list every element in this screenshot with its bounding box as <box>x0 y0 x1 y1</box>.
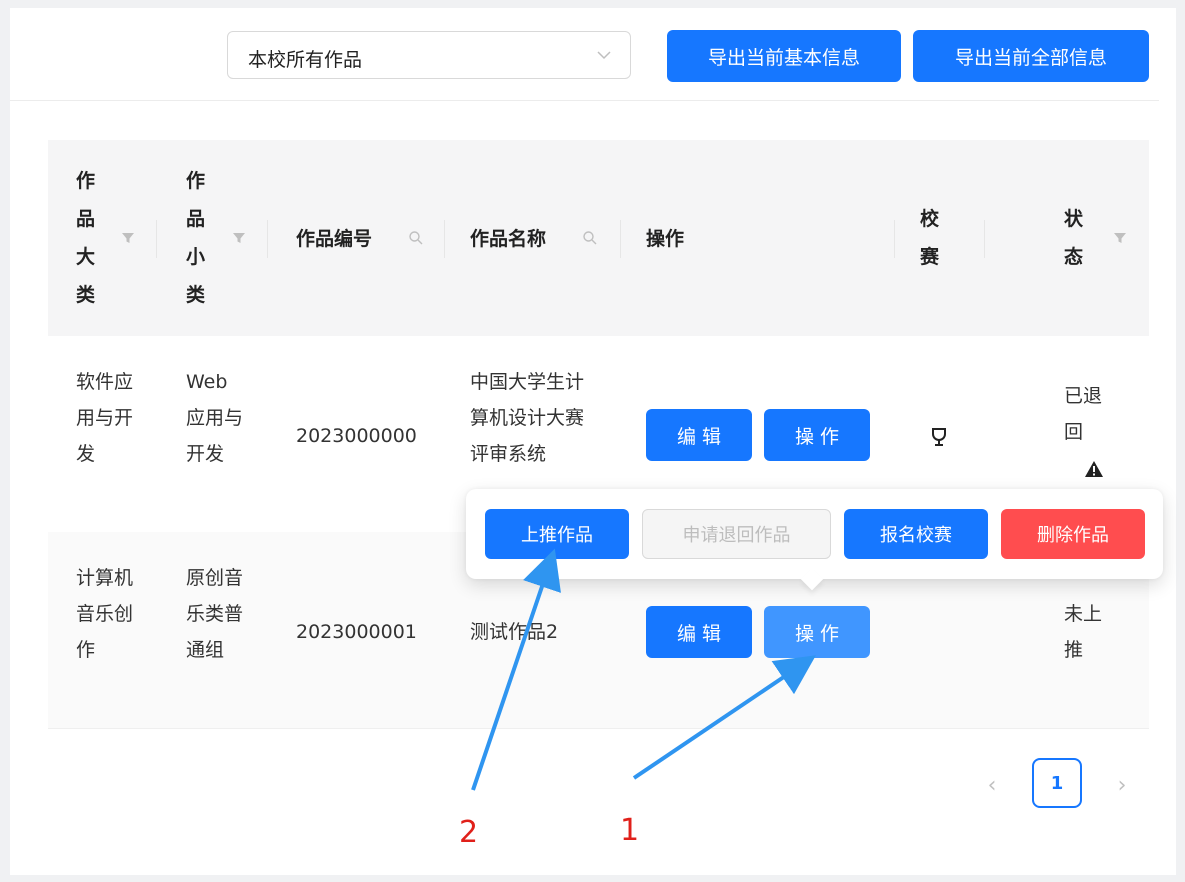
column-separator <box>444 220 445 258</box>
column-separator <box>894 220 895 258</box>
annotation-label-2: 2 <box>459 815 479 850</box>
column-separator <box>267 220 268 258</box>
column-header-contest: 校赛 <box>920 208 940 268</box>
cell-status: 已退回 <box>1064 385 1103 443</box>
filter-icon[interactable] <box>120 230 136 246</box>
register-contest-button[interactable]: 报名校赛 <box>844 509 988 559</box>
next-page-icon[interactable]: › <box>1110 770 1134 800</box>
chevron-down-icon <box>597 51 611 60</box>
operation-popover: 上推作品 申请退回作品 报名校赛 删除作品 <box>466 489 1163 591</box>
operation-button[interactable]: 操作 <box>764 409 870 461</box>
cell-subcategory: Web应用与开发 <box>186 371 244 465</box>
edit-button[interactable]: 编辑 <box>646 409 752 461</box>
delete-work-button[interactable]: 删除作品 <box>1001 509 1145 559</box>
column-header-status: 状态 <box>1064 208 1084 268</box>
request-return-button[interactable]: 申请退回作品 <box>642 509 831 559</box>
edit-button[interactable]: 编辑 <box>646 606 752 658</box>
column-header-name: 作品名称 <box>470 228 547 250</box>
export-all-info-button[interactable]: 导出当前全部信息 <box>913 30 1149 82</box>
operation-button[interactable]: 操作 <box>764 606 870 658</box>
search-icon[interactable] <box>408 230 424 246</box>
cell-id: 2023000000 <box>296 425 417 447</box>
cell-id: 2023000001 <box>296 621 417 643</box>
cell-status: 未上推 <box>1064 603 1103 661</box>
toolbar-divider <box>10 100 1159 101</box>
prev-page-icon[interactable]: ‹ <box>980 770 1004 800</box>
annotation-label-1: 1 <box>620 813 640 848</box>
cell-subcategory: 原创音乐类普通组 <box>186 567 244 661</box>
cell-category: 软件应用与开发 <box>76 371 134 465</box>
column-separator <box>620 220 621 258</box>
works-scope-select[interactable]: 本校所有作品 <box>227 31 631 79</box>
export-basic-info-button[interactable]: 导出当前基本信息 <box>667 30 901 82</box>
filter-icon[interactable] <box>231 230 247 246</box>
column-separator <box>984 220 985 258</box>
column-separator <box>156 220 157 258</box>
column-header-category: 作品大类 <box>76 170 96 306</box>
page-1-button[interactable]: 1 <box>1032 758 1082 808</box>
filter-icon[interactable] <box>1112 230 1128 246</box>
trophy-icon <box>932 428 946 446</box>
cell-category: 计算机音乐创作 <box>76 567 134 661</box>
cell-name: 测试作品2 <box>470 621 559 643</box>
search-icon[interactable] <box>582 230 598 246</box>
works-scope-select-value: 本校所有作品 <box>248 49 363 71</box>
table-header: 作品大类 作品小类 作品编号 作品名称 操作 校赛 状态 <box>48 140 1149 336</box>
column-header-action: 操作 <box>646 228 685 250</box>
column-header-id: 作品编号 <box>296 228 373 250</box>
warning-icon <box>1085 461 1103 477</box>
column-header-subcategory: 作品小类 <box>186 170 206 306</box>
push-work-button[interactable]: 上推作品 <box>485 509 629 559</box>
